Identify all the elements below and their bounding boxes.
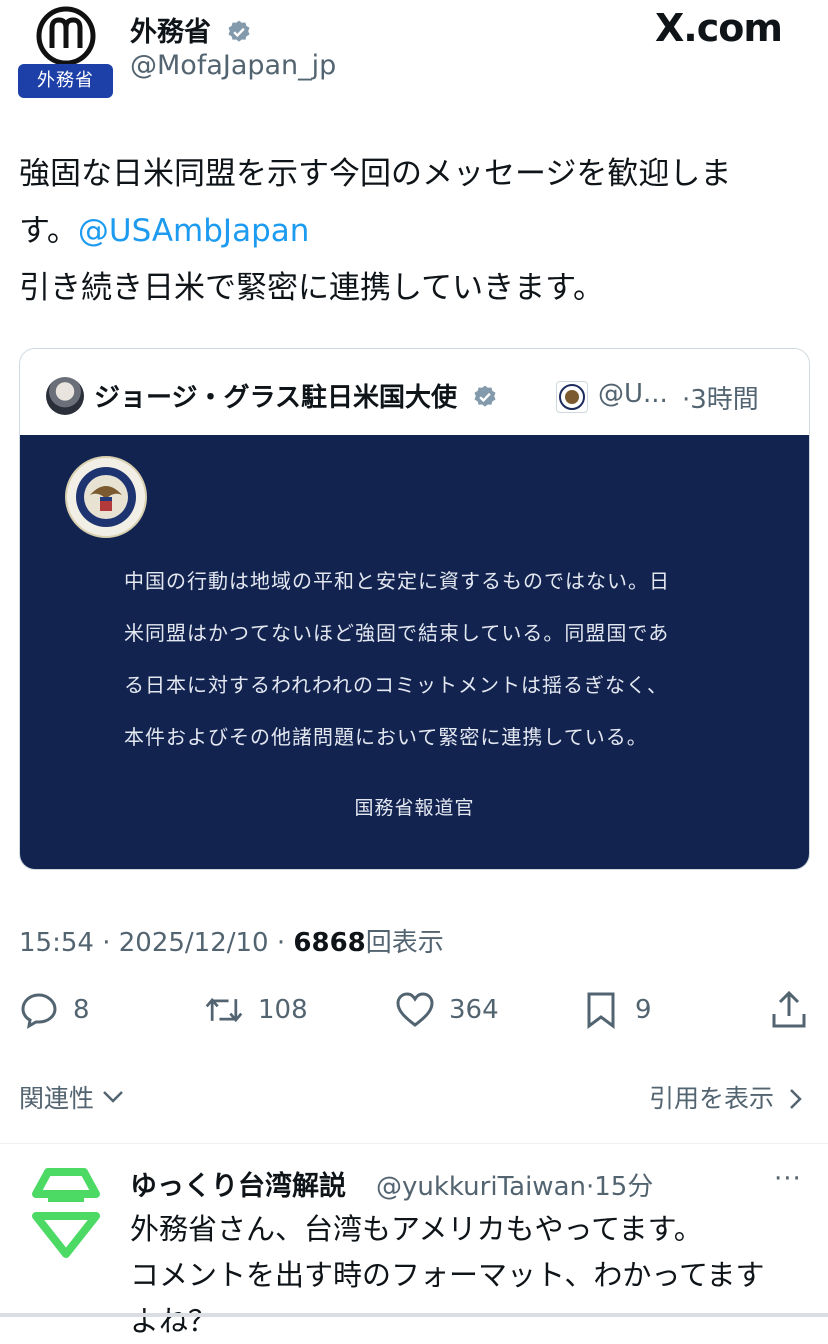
reply-author-name[interactable]: ゆっくり台湾解説	[130, 1164, 346, 1203]
retweet-count: 108	[258, 995, 308, 1025]
state-department-seal-icon	[556, 381, 588, 413]
reply-text-line: 外務省さん、台湾もアメリカもやってます。	[130, 1212, 703, 1246]
site-logo: X.com	[655, 6, 783, 50]
author-handle[interactable]: @MofaJapan_jp	[130, 50, 336, 81]
tweet-meta: 15:54 · 2025/12/10 · 6868回表示	[19, 928, 444, 958]
tweet-text-line: す。@USAmbJapan	[19, 203, 819, 260]
reply-count: 8	[73, 995, 90, 1025]
tweet-text-line: 引き続き日米で緊密に連携していきます。	[19, 270, 604, 306]
reply-text-line: よね？	[130, 1304, 218, 1338]
mention-link[interactable]: @USAmbJapan	[78, 213, 310, 249]
show-quotes-link[interactable]: 引用を表示	[649, 1079, 804, 1115]
quoted-tweet-card[interactable]: ジョージ・グラス駐日米国大使 @U... ·3時間 中国の行動は地域の平和と安定…	[19, 348, 810, 870]
tweet-text-fragment: す。	[19, 213, 78, 249]
statement-line: 本件およびその他諸問題において緊密に連携している。	[124, 725, 648, 749]
state-department-seal-icon	[65, 456, 147, 538]
tweet-text: 強固な日米同盟を示す今回のメッセージを歓迎しま す。@USAmbJapan 引き…	[19, 146, 819, 317]
bookmark-count: 9	[635, 995, 652, 1025]
avatar-label: 外務省	[18, 64, 113, 98]
yukkuri-taiwan-logo-icon	[32, 1168, 100, 1258]
site-label: X.com	[655, 6, 783, 50]
quoted-author-avatar[interactable]	[46, 377, 84, 415]
reply-icon	[21, 993, 57, 1029]
verified-icon	[474, 385, 496, 407]
view-count: 6868	[293, 928, 366, 958]
quoted-author-handle: @U...	[598, 379, 668, 409]
reply-button[interactable]: 8	[19, 988, 90, 1032]
statement-line: る日本に対するわれわれのコミットメントは揺るぎなく、	[124, 673, 668, 697]
quoted-author-name: ジョージ・グラス駐日米国大使	[94, 377, 498, 414]
quoted-tweet-time-value: 3時間	[690, 385, 759, 415]
reply-author-avatar[interactable]	[18, 1164, 114, 1260]
mofa-emblem-icon	[36, 6, 96, 66]
share-icon	[772, 990, 806, 1028]
statement-line: 米同盟はかつてないほど強固で結束している。同盟国であ	[124, 621, 670, 645]
relevance-label: 関連性	[19, 1084, 95, 1113]
chevron-down-icon	[103, 1091, 123, 1103]
statement-text: 中国の行動は地域の平和と安定に資するものではない。日 米同盟はかつてないほど強固…	[124, 555, 714, 763]
tweet-text-line: 強固な日米同盟を示す今回のメッセージを歓迎しま	[19, 156, 732, 192]
bookmark-icon	[587, 992, 615, 1029]
more-icon[interactable]: ···	[774, 1164, 802, 1194]
quoted-author-name-text: ジョージ・グラス駐日米国大使	[94, 383, 457, 413]
show-quotes-label: 引用を表示	[649, 1084, 775, 1113]
divider	[0, 1143, 828, 1144]
view-label: 回表示	[365, 928, 444, 958]
quoted-tweet-time: ·3時間	[682, 385, 759, 415]
quoted-statement-image[interactable]: 中国の行動は地域の平和と安定に資するものではない。日 米同盟はかつてないほど強固…	[20, 435, 809, 869]
reply-text: 外務省さん、台湾もアメリカもやってます。 コメントを出す時のフォーマット、わかっ…	[130, 1206, 810, 1344]
chevron-right-icon	[790, 1089, 802, 1109]
relevance-sort-button[interactable]: 関連性	[19, 1079, 124, 1115]
reply-handle-text: @yukkuriTaiwan	[376, 1172, 586, 1202]
author-avatar[interactable]: 外務省	[18, 4, 114, 98]
like-button[interactable]: 364	[395, 988, 499, 1032]
retweet-icon	[205, 997, 243, 1023]
like-count: 364	[449, 995, 499, 1025]
tweet-date[interactable]: 2025/12/10	[119, 928, 269, 958]
action-bar: 8 108 364 9	[19, 988, 809, 1032]
like-icon	[396, 992, 434, 1027]
retweet-button[interactable]: 108	[204, 988, 308, 1032]
author-name[interactable]: 外務省	[130, 10, 252, 49]
reply-time: 15分	[594, 1172, 654, 1202]
quoted-tweet-header: ジョージ・グラス駐日米国大使 @U... ·3時間	[20, 349, 809, 435]
reply-text-line: コメントを出す時のフォーマット、わかってます	[130, 1258, 765, 1292]
reply-author-handle: @yukkuriTaiwan·15分	[376, 1172, 654, 1202]
screenshot-bottom-edge	[0, 1313, 828, 1317]
statement-line: 中国の行動は地域の平和と安定に資するものではない。日	[124, 569, 670, 593]
statement-signature: 国務省報道官	[354, 797, 475, 819]
author-name-text: 外務省	[130, 17, 211, 48]
verified-icon	[228, 20, 250, 42]
tweet-time[interactable]: 15:54	[19, 928, 94, 958]
bookmark-button[interactable]: 9	[581, 988, 652, 1032]
share-button[interactable]	[769, 988, 809, 1032]
